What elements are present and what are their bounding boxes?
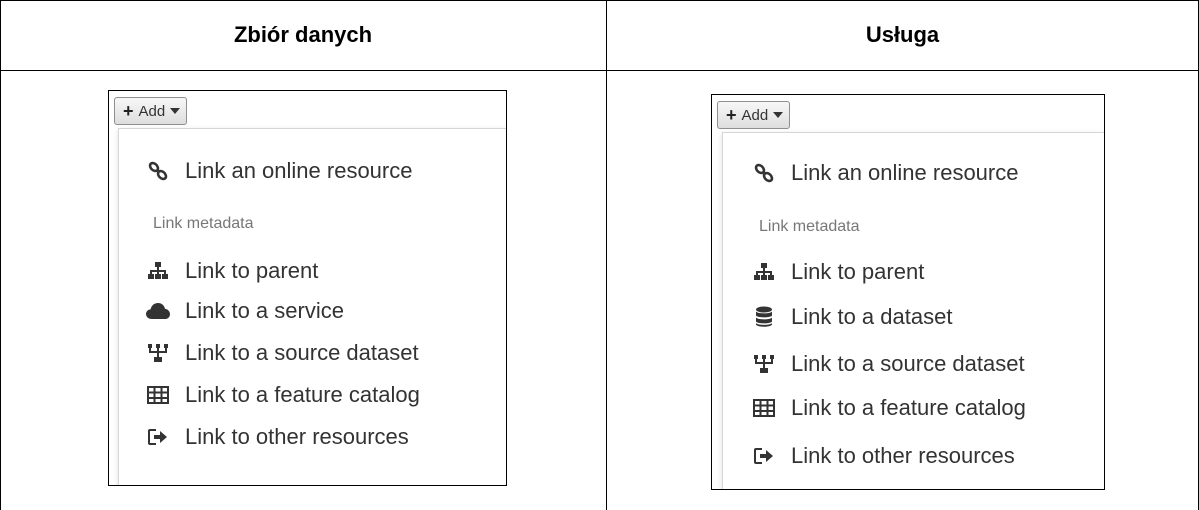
section-label-link-metadata: Link metadata xyxy=(153,215,254,232)
header-divider xyxy=(0,70,1199,71)
menu-item-label: Link to a feature catalog xyxy=(185,382,420,407)
link-icon xyxy=(145,160,171,182)
column-divider xyxy=(606,0,607,510)
table-border-left xyxy=(0,0,1,510)
menu-item-link-to-parent[interactable]: Link to parent xyxy=(723,254,1104,290)
source-dataset-icon xyxy=(751,353,777,375)
menu-item-label: Link an online resource xyxy=(185,158,413,183)
menu-item-label: Link to parent xyxy=(791,259,925,284)
menu-item-link-to-service[interactable]: Link to a service xyxy=(119,293,506,329)
comparison-table: Zbiór danych Usługa + Add Link an online… xyxy=(0,0,1199,510)
column-header-dataset: Zbiór danych xyxy=(233,22,373,47)
plus-icon: + xyxy=(726,105,737,125)
menu-item-link-to-other-resources[interactable]: Link to other resources xyxy=(119,419,506,455)
add-button[interactable]: + Add xyxy=(114,97,188,125)
menu-item-label: Link to a feature catalog xyxy=(791,395,1026,420)
section-label-link-metadata: Link metadata xyxy=(759,218,860,235)
menu-item-link-to-source-dataset[interactable]: Link to a source dataset xyxy=(723,346,1104,382)
menu-item-label: Link to a source dataset xyxy=(185,340,419,365)
menu-item-link-to-other-resources[interactable]: Link to other resources xyxy=(723,438,1104,474)
service-screenshot: + Add Link an online resource Link metad… xyxy=(711,94,1105,490)
menu-item-link-online-resource[interactable]: Link an online resource xyxy=(119,153,506,189)
menu-item-link-to-feature-catalog[interactable]: Link to a feature catalog xyxy=(723,390,1104,426)
menu-item-link-to-parent[interactable]: Link to parent xyxy=(119,253,506,289)
sign-in-icon xyxy=(751,445,777,467)
menu-item-label: Link to parent xyxy=(185,258,319,283)
add-button-label: Add xyxy=(741,106,769,124)
menu-item-link-online-resource[interactable]: Link an online resource xyxy=(723,155,1104,191)
menu-item-label: Link to a service xyxy=(185,298,344,323)
plus-icon: + xyxy=(123,101,134,121)
menu-item-link-to-source-dataset[interactable]: Link to a source dataset xyxy=(119,335,506,371)
add-dropdown-menu: Link an online resource Link metadata Li… xyxy=(118,128,506,485)
source-dataset-icon xyxy=(145,342,171,364)
add-button[interactable]: + Add xyxy=(717,101,791,129)
menu-item-label: Link to a dataset xyxy=(791,304,953,329)
sitemap-icon xyxy=(145,260,171,282)
database-icon xyxy=(751,306,777,328)
dataset-screenshot: + Add Link an online resource Link metad… xyxy=(108,90,507,486)
menu-item-label: Link to other resources xyxy=(185,424,409,449)
menu-item-label: Link to other resources xyxy=(791,443,1015,468)
sign-in-icon xyxy=(145,426,171,448)
sitemap-icon xyxy=(751,261,777,283)
caret-down-icon xyxy=(170,108,181,114)
table-icon xyxy=(145,384,171,406)
column-header-service: Usługa xyxy=(865,22,940,47)
link-icon xyxy=(751,162,777,184)
add-button-label: Add xyxy=(138,102,166,120)
cloud-icon xyxy=(145,300,171,322)
table-icon xyxy=(751,397,777,419)
menu-item-link-to-feature-catalog[interactable]: Link to a feature catalog xyxy=(119,377,506,413)
add-dropdown-menu: Link an online resource Link metadata Li… xyxy=(722,132,1104,489)
menu-item-label: Link an online resource xyxy=(791,160,1019,185)
caret-down-icon xyxy=(773,112,784,118)
menu-item-label: Link to a source dataset xyxy=(791,351,1025,376)
menu-item-link-to-dataset[interactable]: Link to a dataset xyxy=(723,299,1104,335)
